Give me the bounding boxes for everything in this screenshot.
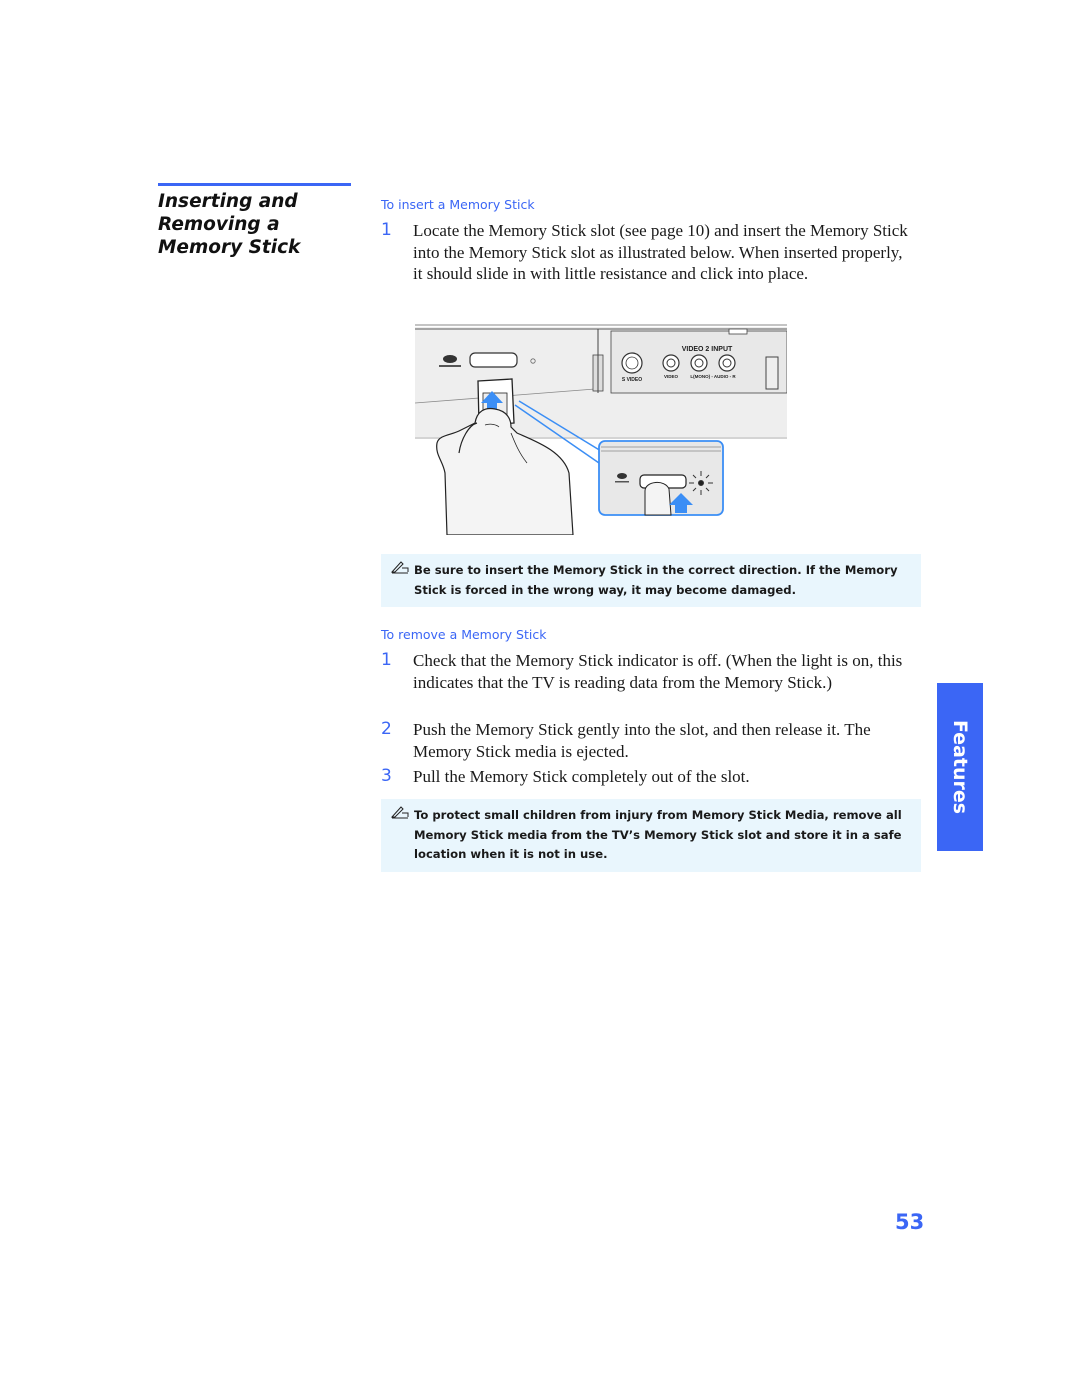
remove-step-1: 1 Check that the Memory Stick indicator … <box>381 650 911 693</box>
note-text: To protect small children from injury fr… <box>414 808 902 861</box>
audio-label: L(MONO) - AUDIO - R <box>690 374 736 379</box>
section-title: Inserting and Removing a Memory Stick <box>158 191 301 258</box>
step-text: Pull the Memory Stick completely out of … <box>413 767 750 786</box>
step-text: Push the Memory Stick gently into the sl… <box>413 720 871 761</box>
slot-detail-callout <box>598 440 724 516</box>
step-number: 1 <box>381 650 392 670</box>
step-text: Locate the Memory Stick slot (see page 1… <box>413 221 908 283</box>
features-side-tab: Features <box>937 683 983 851</box>
s-video-jack-icon <box>621 352 643 374</box>
audio-right-jack-icon <box>718 354 736 372</box>
s-video-label: S VIDEO <box>622 377 642 383</box>
audio-left-jack-icon <box>690 354 708 372</box>
remove-safety-note: To protect small children from injury fr… <box>381 799 921 872</box>
memory-stick-insertion-illustration: VIDEO 2 INPUT S VIDEO VIDEO L(MONO) - AU… <box>415 324 787 535</box>
remove-heading: To remove a Memory Stick <box>381 627 547 642</box>
step-number: 3 <box>381 766 392 786</box>
page-number: 53 <box>895 1210 925 1234</box>
note-text: Be sure to insert the Memory Stick in th… <box>414 563 898 597</box>
video-jack-icon <box>662 354 680 372</box>
step-number: 2 <box>381 719 392 739</box>
pencil-note-icon <box>391 561 409 574</box>
remove-step-3: 3 Pull the Memory Stick completely out o… <box>381 766 911 788</box>
step-text: Check that the Memory Stick indicator is… <box>413 651 903 692</box>
video-2-input-label: VIDEO 2 INPUT <box>682 346 733 353</box>
insert-step-1: 1 Locate the Memory Stick slot (see page… <box>381 220 911 285</box>
features-tab-label: Features <box>949 719 971 815</box>
remove-step-2: 2 Push the Memory Stick gently into the … <box>381 719 911 762</box>
section-rule <box>158 183 351 186</box>
pencil-note-icon <box>391 806 409 819</box>
insert-caution-note: Be sure to insert the Memory Stick in th… <box>381 554 921 607</box>
step-number: 1 <box>381 220 392 240</box>
memory-stick-slot <box>469 352 518 368</box>
insert-heading: To insert a Memory Stick <box>381 197 535 212</box>
video-label: VIDEO <box>664 374 679 379</box>
